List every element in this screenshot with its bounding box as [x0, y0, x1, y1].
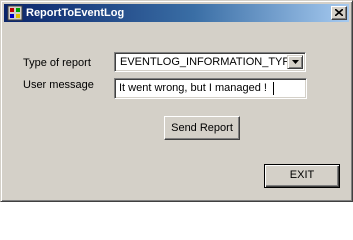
- app-icon: [7, 5, 23, 21]
- type-of-report-label: Type of report: [23, 57, 91, 69]
- exit-button[interactable]: EXIT: [264, 164, 340, 188]
- window-title: ReportToEventLog: [26, 7, 125, 19]
- close-icon: [335, 9, 343, 16]
- user-message-input[interactable]: It went wrong, but I managed !: [114, 78, 307, 99]
- close-button[interactable]: [331, 6, 347, 20]
- text-caret: [273, 82, 274, 95]
- title-bar[interactable]: ReportToEventLog: [4, 4, 349, 22]
- dropdown-button[interactable]: [287, 55, 303, 69]
- send-report-button[interactable]: Send Report: [164, 116, 240, 140]
- report-type-value: EVENTLOG_INFORMATION_TYPE: [120, 56, 298, 68]
- report-window: ReportToEventLog Type of report EVENTLOG…: [0, 0, 353, 202]
- user-message-label: User message: [23, 79, 94, 91]
- chevron-down-icon: [292, 60, 299, 64]
- report-type-dropdown[interactable]: EVENTLOG_INFORMATION_TYPE: [114, 52, 306, 72]
- user-message-value: It went wrong, but I managed !: [119, 82, 267, 94]
